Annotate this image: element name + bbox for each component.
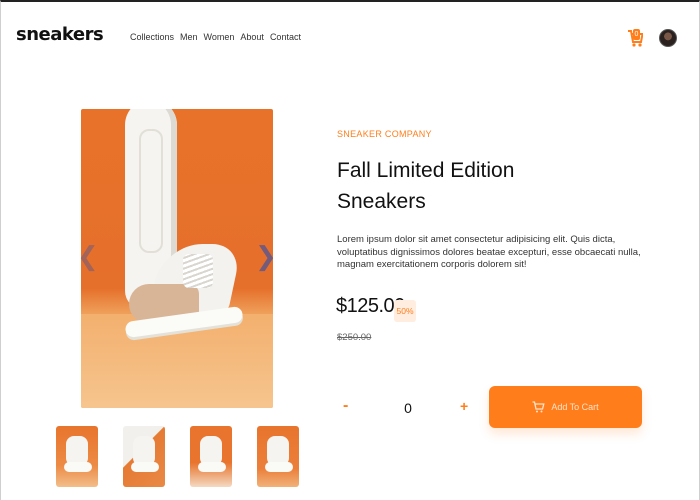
- increase-quantity-button[interactable]: +: [460, 398, 468, 414]
- sneaker-side: [124, 244, 247, 339]
- cart-icon: [532, 401, 545, 413]
- previous-image-icon[interactable]: ❮: [77, 242, 99, 272]
- page-frame: sneakers Collections Men Women About Con…: [0, 0, 700, 500]
- nav-item-men[interactable]: Men: [180, 32, 198, 42]
- thumbnail-2[interactable]: [123, 426, 165, 487]
- thumbnail-3[interactable]: [190, 426, 232, 487]
- decrease-quantity-button[interactable]: -: [343, 397, 348, 415]
- thumbnail-1[interactable]: [56, 426, 98, 487]
- nav-item-women[interactable]: Women: [204, 32, 235, 42]
- add-to-cart-label: Add To Cart: [551, 402, 599, 412]
- discount-badge: 50%: [394, 300, 416, 322]
- thumbnail-list: [56, 426, 299, 487]
- nav-item-collections[interactable]: Collections: [130, 32, 174, 42]
- main-product-image[interactable]: [81, 109, 273, 408]
- original-price: $250.00: [337, 332, 372, 343]
- company-name: SNEAKER COMPANY: [337, 129, 432, 139]
- cart-count-badge: 0: [633, 29, 640, 40]
- main-nav: Collections Men Women About Contact: [130, 32, 301, 42]
- product-title-line2: Sneakers: [337, 190, 426, 213]
- nav-item-contact[interactable]: Contact: [270, 32, 301, 42]
- avatar[interactable]: [659, 29, 677, 47]
- next-image-icon[interactable]: ❯: [255, 242, 277, 272]
- add-to-cart-button[interactable]: Add To Cart: [489, 386, 642, 428]
- product-title: Fall Limited Edition Sneakers: [337, 155, 557, 217]
- product-description: Lorem ipsum dolor sit amet consectetur a…: [337, 234, 641, 270]
- product-title-line1: Fall Limited Edition: [337, 159, 515, 182]
- nav-item-about[interactable]: About: [240, 32, 264, 42]
- quantity-value: 0: [404, 400, 412, 416]
- logo[interactable]: sneakers: [16, 24, 104, 45]
- thumbnail-4[interactable]: [257, 426, 299, 487]
